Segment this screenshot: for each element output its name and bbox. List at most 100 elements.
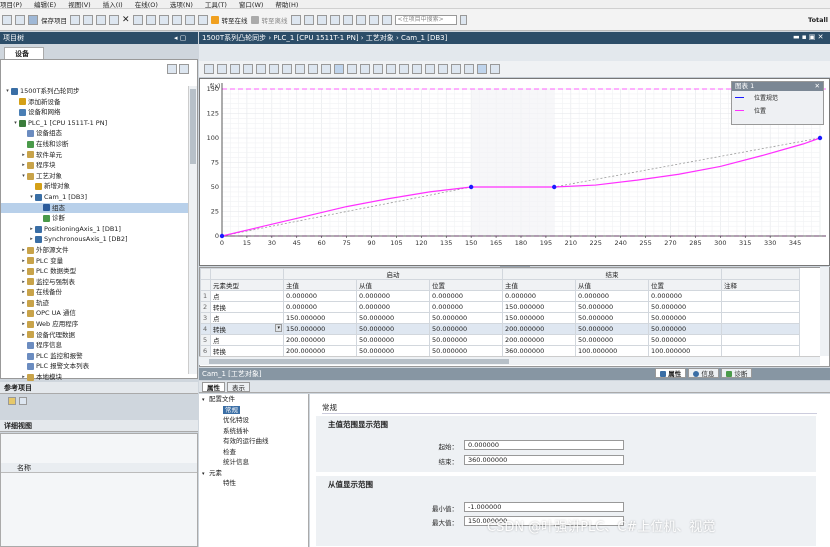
nav-toggle-icon[interactable]: ▾ xyxy=(202,469,209,480)
distribute-icon[interactable] xyxy=(451,64,461,74)
tree-item-1[interactable]: 添加新设备 xyxy=(1,97,189,108)
table-cell[interactable]: 0.000000 xyxy=(283,290,357,302)
delete-icon[interactable]: ✕ xyxy=(122,15,130,25)
table-cell[interactable]: 150.000000 xyxy=(502,312,576,324)
tree-toggle-icon[interactable]: ▸ xyxy=(20,150,27,161)
pan-icon[interactable] xyxy=(230,64,240,74)
legend-close-icon[interactable]: ✕ xyxy=(815,82,820,91)
tree-toggle-icon[interactable]: ▸ xyxy=(28,234,35,245)
go-online-button[interactable]: 转至在线 xyxy=(222,15,248,25)
row-number[interactable]: 3 xyxy=(200,312,211,324)
table-cell[interactable]: 50.000000 xyxy=(356,323,430,335)
table-cell[interactable]: 50.000000 xyxy=(575,312,649,324)
table-row[interactable]: 5 点 200.000000 50.000000 50.000000 200.000000… xyxy=(200,334,800,346)
simulation-icon[interactable] xyxy=(197,14,208,25)
property-nav-item-6[interactable]: 统计信息 xyxy=(199,457,308,468)
search-go-icon[interactable] xyxy=(459,14,467,25)
table-cell[interactable]: 100.000000 xyxy=(575,345,649,357)
tree-item-12[interactable]: 诊断 xyxy=(1,213,189,224)
table-row[interactable]: 2 转换 0.000000 0.000000 0.000000 150.000000 50.… xyxy=(200,301,800,313)
inspector-tab-info[interactable]: 信息 xyxy=(688,368,720,378)
tree-toggle-icon[interactable]: ▸ xyxy=(20,298,27,309)
tree-item-19[interactable]: ▸ 在线备份 xyxy=(1,287,189,298)
row-number[interactable]: 2 xyxy=(200,301,211,313)
table-cell[interactable]: 转换 xyxy=(210,301,284,313)
zoom-x-icon[interactable] xyxy=(256,64,266,74)
menu-item-2[interactable]: 视图(V) xyxy=(68,0,91,9)
tree-item-23[interactable]: ▸ 设备代理数据 xyxy=(1,330,189,341)
table-horizontal-scrollbar[interactable] xyxy=(199,356,820,365)
zoom-fit-icon[interactable] xyxy=(308,64,318,74)
tree-item-10[interactable]: ▾ Cam_1 [DB3] xyxy=(1,192,189,203)
row-number-header[interactable] xyxy=(200,279,211,291)
prev-icon[interactable] xyxy=(204,64,214,74)
table-cell[interactable]: 50.000000 xyxy=(429,323,503,335)
table-cell[interactable]: 50.000000 xyxy=(356,334,430,346)
table-cell[interactable]: 0.000000 xyxy=(429,301,503,313)
element-type-dropdown-icon[interactable]: ▾ xyxy=(275,324,282,332)
tree-toggle-icon[interactable]: ▾ xyxy=(12,118,19,129)
new-project-icon[interactable] xyxy=(2,14,12,25)
table-row[interactable]: 3 点 150.000000 50.000000 50.000000 150.000000… xyxy=(200,312,800,324)
menu-item-6[interactable]: 工具(T) xyxy=(205,0,227,9)
accessible-devices-icon[interactable] xyxy=(290,14,301,25)
table-cell[interactable]: 点 xyxy=(210,312,284,324)
tree-item-13[interactable]: ▸ PositioningAxis_1 [DB1] xyxy=(1,224,189,235)
property-nav-item-0[interactable]: ▾ 配置文件 xyxy=(199,394,308,405)
tree-toggle-icon[interactable]: ▸ xyxy=(20,245,27,256)
table-cell[interactable]: 50.000000 xyxy=(429,312,503,324)
tree-item-5[interactable]: 在线和诊断 xyxy=(1,139,189,150)
editor-window-controls[interactable]: ▬ ▪ ▣ ✕ xyxy=(793,33,824,41)
inspector-tab-properties[interactable]: 属性 xyxy=(655,368,687,378)
table-cell[interactable]: 0.000000 xyxy=(429,290,503,302)
tree-item-22[interactable]: ▸ Web 应用程序 xyxy=(1,319,189,330)
table-cell[interactable]: 50.000000 xyxy=(356,345,430,357)
download-icon[interactable] xyxy=(171,14,182,25)
table-scroll-thumb[interactable] xyxy=(209,359,509,364)
polynomial-icon[interactable] xyxy=(373,64,383,74)
tree-item-4[interactable]: 设备组态 xyxy=(1,128,189,139)
zoom-y-icon[interactable] xyxy=(269,64,279,74)
zoom-reset-icon[interactable] xyxy=(321,64,331,74)
grid-icon[interactable] xyxy=(412,64,422,74)
open-reference-icon[interactable] xyxy=(8,397,16,405)
tree-toggle-icon[interactable]: ▸ xyxy=(20,319,27,330)
zoom-out-icon[interactable] xyxy=(295,64,305,74)
property-nav-item-5[interactable]: 检查 xyxy=(199,447,308,458)
split-vertical-icon[interactable] xyxy=(355,14,366,25)
table-cell[interactable]: 200.000000 xyxy=(502,323,576,335)
table-cell[interactable]: 200.000000 xyxy=(283,334,357,346)
tree-item-25[interactable]: PLC 监控和报警 xyxy=(1,351,189,362)
zoom-in-icon[interactable] xyxy=(282,64,292,74)
table-cell[interactable]: 50.000000 xyxy=(648,334,722,346)
project-search-input[interactable]: <在项目中搜索> xyxy=(394,14,457,25)
tree-item-20[interactable]: ▸ 轨迹 xyxy=(1,298,189,309)
tree-toggle-icon[interactable]: ▸ xyxy=(20,266,27,277)
project-tree-controls[interactable]: ◂ ▢ xyxy=(174,34,186,42)
tree-item-7[interactable]: ▸ 程序块 xyxy=(1,160,189,171)
menu-item-3[interactable]: 插入(I) xyxy=(103,0,123,9)
column-header-1[interactable]: 主值 xyxy=(283,279,357,291)
table-cell[interactable] xyxy=(721,301,800,313)
table-cell[interactable]: 0.000000 xyxy=(356,301,430,313)
table-cell[interactable]: 50.000000 xyxy=(648,323,722,335)
redo-icon[interactable] xyxy=(145,14,156,25)
tree-scrollbar[interactable] xyxy=(188,86,197,374)
tree-toggle-icon[interactable]: ▸ xyxy=(20,160,27,171)
cross-reference-icon[interactable] xyxy=(329,14,340,25)
tree-toggle-icon[interactable]: ▸ xyxy=(20,287,27,298)
tree-toggle-icon[interactable]: ▾ xyxy=(28,192,35,203)
menu-item-7[interactable]: 窗口(W) xyxy=(239,0,264,9)
table-cell[interactable]: 150.000000 xyxy=(283,312,357,324)
table-row[interactable]: 1 点 0.000000 0.000000 0.000000 0.000000 0.0000… xyxy=(200,290,800,302)
upload-icon[interactable] xyxy=(184,14,195,25)
table-cell[interactable] xyxy=(721,334,800,346)
tree-toggle-icon[interactable]: ▸ xyxy=(20,330,27,341)
table-cell[interactable]: 200.000000 xyxy=(502,334,576,346)
table-cell[interactable]: 点 xyxy=(210,334,284,346)
table-row[interactable]: 4 转换 ▾ 150.000000 50.000000 50.000000 200.0000… xyxy=(200,323,800,335)
tree-item-17[interactable]: ▸ PLC 数据类型 xyxy=(1,266,189,277)
menu-item-0[interactable]: 项目(P) xyxy=(0,0,22,9)
copy-icon[interactable] xyxy=(96,14,106,25)
column-header-0[interactable]: 元素类型 xyxy=(210,279,284,291)
